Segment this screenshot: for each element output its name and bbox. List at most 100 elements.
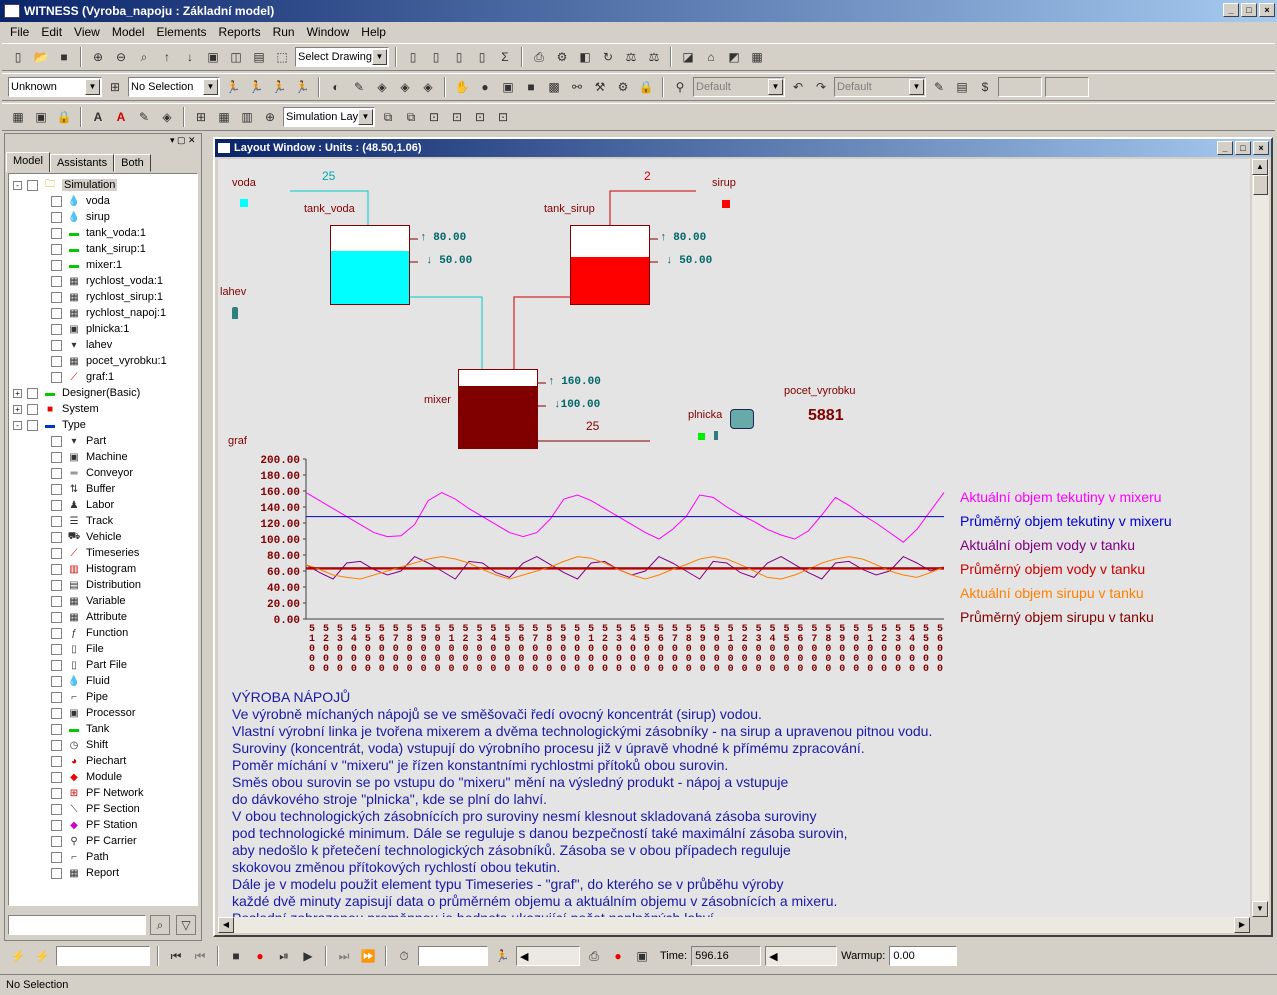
tree-item[interactable]: ⚲ PF Carrier (51, 833, 137, 849)
tree-checkbox[interactable] (51, 771, 62, 783)
layout-minimize-button[interactable]: _ (1217, 141, 1233, 155)
grid3-icon[interactable]: ▥ (237, 107, 257, 127)
tree-search-input[interactable] (8, 915, 146, 935)
tree-item[interactable]: ▤ Distribution (51, 577, 141, 593)
tree-item[interactable]: ▣ Processor (51, 705, 136, 721)
stop-icon[interactable]: ■ (226, 946, 246, 966)
select-icon[interactable]: ⬚ (272, 47, 292, 67)
tree-checkbox[interactable] (51, 467, 62, 479)
layout-close-button[interactable]: × (1253, 141, 1269, 155)
doc3-icon[interactable]: ▯ (449, 47, 469, 67)
monitor-icon[interactable]: ▣ (632, 946, 652, 966)
fast-forward-icon[interactable]: ⏩ (358, 946, 378, 966)
dollar-icon[interactable]: $ (975, 77, 995, 97)
play-icon[interactable]: ▶ (298, 946, 318, 966)
minimize-button[interactable]: _ (1223, 3, 1239, 17)
page-icon[interactable]: ▤ (249, 47, 269, 67)
report-icon[interactable]: ◧ (575, 47, 595, 67)
scroll-right-button[interactable]: ▶ (1234, 917, 1250, 933)
tree-item[interactable]: 💧 voda (51, 193, 110, 209)
lightning-icon[interactable]: ⚡ (32, 946, 52, 966)
tree-item[interactable]: ⊞ PF Network (51, 785, 143, 801)
tab-assistants[interactable]: Assistants (49, 154, 115, 172)
camera-icon[interactable]: ▣ (203, 47, 223, 67)
tree-checkbox[interactable] (51, 595, 62, 607)
layers-icon[interactable]: ◫ (226, 47, 246, 67)
tree-item[interactable]: - ▬ Type (13, 417, 86, 433)
lock-icon[interactable]: 🔒 (636, 77, 656, 97)
tree-item[interactable]: ▥ Histogram (51, 561, 136, 577)
tree-checkbox[interactable] (51, 291, 62, 303)
menu-edit[interactable]: Edit (35, 25, 68, 39)
tree-item[interactable]: ▦ Variable (51, 593, 126, 609)
tool3-icon[interactable]: ◈ (418, 77, 438, 97)
box-icon[interactable]: ▩ (544, 77, 564, 97)
menu-view[interactable]: View (68, 25, 106, 39)
zoom-out-icon[interactable]: ⊖ (111, 47, 131, 67)
tree-item[interactable]: 💧 sirup (51, 209, 110, 225)
tree-checkbox[interactable] (51, 211, 62, 223)
processor-icon[interactable] (730, 409, 754, 429)
tool1-icon[interactable]: ◈ (372, 77, 392, 97)
align4-icon[interactable]: ⊡ (493, 107, 513, 127)
type-combo[interactable]: Unknown ▼ (8, 77, 102, 97)
step-forward-icon[interactable]: ⏭ (334, 946, 354, 966)
edit-icon[interactable]: ✎ (349, 77, 369, 97)
balance-icon[interactable]: ⚖ (621, 47, 641, 67)
doc2-icon[interactable]: ▯ (426, 47, 446, 67)
palette-icon[interactable]: ◐ (326, 77, 346, 97)
tree-item[interactable]: ▦ rychlost_voda:1 (51, 273, 163, 289)
find-icon[interactable]: ⌕ (150, 915, 170, 935)
link-icon[interactable]: ⚯ (567, 77, 587, 97)
tree-item[interactable]: ▬ mixer:1 (51, 257, 122, 273)
tree-item[interactable]: ▣ plnicka:1 (51, 321, 129, 337)
new-icon[interactable]: ▯ (8, 47, 28, 67)
tree-checkbox[interactable] (27, 403, 38, 415)
tree-checkbox[interactable] (51, 355, 62, 367)
image-icon[interactable]: ▦ (8, 107, 28, 127)
tank-sirup[interactable] (570, 225, 650, 305)
undo-icon[interactable]: ↶ (788, 77, 808, 97)
tree-checkbox[interactable] (51, 739, 62, 751)
tree-item[interactable]: ▦ pocet_vyrobku:1 (51, 353, 167, 369)
menu-model[interactable]: Model (106, 25, 151, 39)
tab-model[interactable]: Model (6, 152, 50, 172)
tree-checkbox[interactable] (51, 339, 62, 351)
tree-checkbox[interactable] (51, 323, 62, 335)
tree-checkbox[interactable] (27, 179, 38, 191)
layout-canvas[interactable]: voda 25 sirup 2 lahev tank_voda ↑ 80.00 … (218, 159, 1250, 917)
graph-icon[interactable]: ◩ (724, 47, 744, 67)
block-icon[interactable]: ▣ (498, 77, 518, 97)
runner3-icon[interactable]: 🏃 (269, 77, 289, 97)
menu-window[interactable]: Window (301, 25, 356, 39)
fill-color-icon[interactable]: ◈ (157, 107, 177, 127)
move-up-icon[interactable]: ↑ (157, 47, 177, 67)
speed-slider[interactable]: ◀ (516, 946, 580, 966)
library-icon[interactable]: ▦ (747, 47, 767, 67)
tree-item[interactable]: ⌐ Path (51, 849, 109, 865)
grid2-icon[interactable]: ▦ (214, 107, 234, 127)
default-combo-1[interactable]: Default ▼ (693, 77, 785, 97)
vertical-scroll-thumb[interactable] (1253, 175, 1268, 195)
wand-icon[interactable]: ⚡ (8, 946, 28, 966)
tree-checkbox[interactable] (51, 787, 62, 799)
close-button[interactable]: × (1259, 3, 1275, 17)
tree-item[interactable]: ⟍ PF Section (51, 801, 140, 817)
tree-item[interactable]: + ■ System (13, 401, 99, 417)
tree-checkbox[interactable] (51, 867, 62, 879)
sirup-fluid-icon[interactable] (722, 200, 730, 208)
scale-icon[interactable]: ⚖ (644, 47, 664, 67)
collapse-icon[interactable]: - (13, 180, 22, 190)
tree-checkbox[interactable] (51, 723, 62, 735)
zoom-in-icon[interactable]: ⊕ (88, 47, 108, 67)
command-input[interactable] (56, 946, 150, 966)
tree-checkbox[interactable] (51, 243, 62, 255)
tree-item[interactable]: ⟋ graf:1 (51, 369, 114, 385)
step-back-icon[interactable]: ⏮ (190, 946, 210, 966)
align3-icon[interactable]: ⊡ (470, 107, 490, 127)
tree-item[interactable]: ♟ Labor (51, 497, 114, 513)
bottle-icon[interactable] (232, 307, 238, 319)
tank-voda[interactable] (330, 225, 410, 305)
print2-icon[interactable]: ⎙ (584, 946, 604, 966)
search-icon[interactable]: ⌕ (134, 47, 154, 67)
